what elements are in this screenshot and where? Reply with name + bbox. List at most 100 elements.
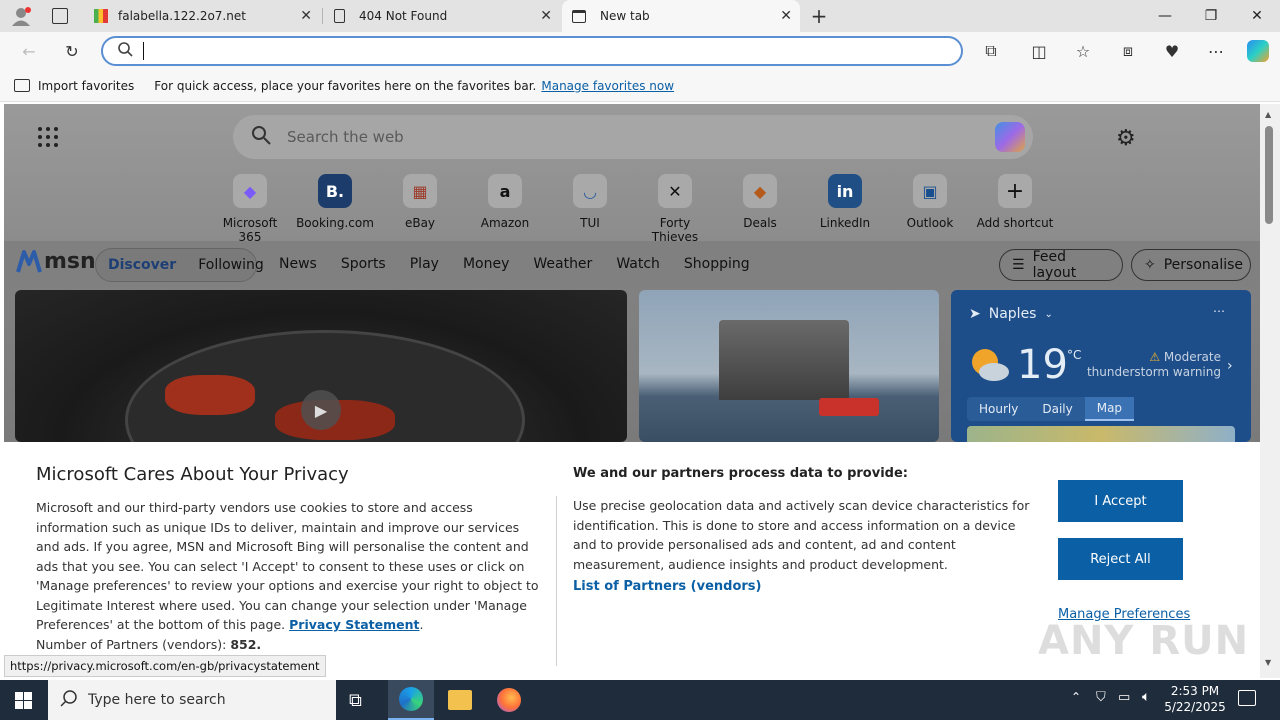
tab-falabella[interactable]: falabella.122.2o7.net ✕ (84, 0, 320, 32)
privacy-statement-link[interactable]: Privacy Statement (289, 617, 419, 632)
msn-logo[interactable]: msn (16, 248, 96, 274)
nav-weather[interactable]: Weather (533, 256, 592, 272)
favorites-icon[interactable]: ☆ (1068, 36, 1098, 66)
tab-discover[interactable]: Discover (108, 257, 176, 273)
volume-icon[interactable]: 🔈︎ (1142, 689, 1150, 705)
tab-actions-icon[interactable] (52, 8, 68, 24)
feed-layout-button[interactable]: ☰ Feed layout (999, 249, 1123, 281)
quick-link-linkedin[interactable]: in LinkedIn (805, 174, 885, 230)
defender-icon[interactable]: ⛉ (1096, 690, 1106, 705)
nav-shopping[interactable]: Shopping (684, 256, 750, 272)
firefox-icon[interactable] (497, 688, 521, 712)
scroll-thumb[interactable] (1265, 126, 1273, 224)
page-scrollbar[interactable]: ▲ ▼ (1260, 104, 1280, 678)
task-view-icon[interactable]: ⧉ (349, 690, 362, 711)
favorites-bar: Import favorites For quick access, place… (0, 70, 1280, 102)
tab-daily[interactable]: Daily (1030, 402, 1084, 416)
taskbar-search-box[interactable]: Type here to search (48, 680, 336, 720)
search-icon (117, 41, 133, 61)
profile-icon[interactable] (10, 6, 32, 26)
page-icon (334, 9, 345, 23)
address-input[interactable] (143, 42, 145, 60)
nav-news[interactable]: News (279, 256, 317, 272)
manage-favorites-link[interactable]: Manage favorites now (541, 79, 674, 93)
copilot-icon[interactable] (1243, 36, 1273, 66)
tab-404[interactable]: 404 Not Found ✕ (324, 0, 560, 32)
consent-right-column: Use precise geolocation data and activel… (573, 496, 1035, 594)
msn-butterfly-icon (16, 250, 42, 273)
more-menu-icon[interactable]: ⋯ (1201, 36, 1231, 66)
quick-link-deals[interactable]: ◆ Deals (720, 174, 800, 230)
restore-button[interactable]: ❐ (1188, 0, 1234, 32)
weather-card[interactable]: ➤ Naples ⌄ ⋯ 19 °C ⚠ Moderate thundersto… (951, 290, 1251, 442)
refresh-button[interactable]: ↻ (57, 36, 87, 66)
address-bar[interactable] (101, 36, 963, 66)
close-tab-icon[interactable]: ✕ (780, 8, 792, 24)
notifications-icon[interactable] (1238, 690, 1256, 706)
msn-nav-links: News Sports Play Money Weather Watch Sho… (279, 256, 750, 272)
file-explorer-icon[interactable] (448, 690, 472, 710)
new-tab-button[interactable]: + (808, 4, 830, 28)
quick-link-outlook[interactable]: ▣ Outlook (890, 174, 970, 230)
web-search-box[interactable]: Search the web (233, 115, 1033, 159)
consent-left-column: Microsoft and our third-party vendors us… (36, 498, 542, 654)
tab-title: falabella.122.2o7.net (118, 9, 246, 23)
tab-title: 404 Not Found (359, 9, 448, 23)
msn-feed-tabs: Discover Following (95, 248, 264, 282)
weather-location[interactable]: ➤ Naples ⌄ (969, 306, 1053, 322)
chevron-right-icon[interactable]: › (1227, 358, 1233, 374)
personalise-button[interactable]: ✧ Personalise (1131, 249, 1251, 281)
close-tab-icon[interactable]: ✕ (300, 8, 312, 24)
import-favorites-button[interactable]: Import favorites (38, 79, 134, 93)
quick-link-tui[interactable]: ◡ TUI (550, 174, 630, 230)
split-screen-icon[interactable]: ◫ (1024, 36, 1054, 66)
amazon-icon: a (488, 174, 522, 208)
tab-following[interactable]: Following (198, 257, 264, 273)
tab-map[interactable]: Map (1084, 397, 1135, 421)
consent-right-body: Use precise geolocation data and activel… (573, 498, 1030, 572)
collections-icon[interactable]: ⧈ (1113, 36, 1143, 66)
weather-alert[interactable]: ⚠ Moderate thunderstorm warning (1081, 350, 1221, 380)
list-of-partners-link[interactable]: List of Partners (vendors) (573, 579, 1035, 594)
accept-button[interactable]: I Accept (1058, 480, 1183, 522)
back-button[interactable]: ← (14, 36, 44, 66)
edge-taskbar-icon[interactable] (388, 680, 434, 720)
tray-chevron-icon[interactable]: ⌃ (1071, 690, 1081, 704)
settings-gear-icon[interactable]: ⚙ (1116, 126, 1136, 151)
temperature: 19 (1017, 342, 1068, 388)
nav-sports[interactable]: Sports (341, 256, 386, 272)
nav-play[interactable]: Play (410, 256, 439, 272)
nav-money[interactable]: Money (463, 256, 509, 272)
ship-news-card[interactable] (639, 290, 939, 442)
tab-hourly[interactable]: Hourly (967, 402, 1030, 416)
quick-link-ebay[interactable]: ▦ eBay (380, 174, 460, 230)
play-icon[interactable]: ▶ (301, 390, 341, 430)
network-icon[interactable]: ▭ (1118, 690, 1130, 705)
tab-new-tab[interactable]: New tab ✕ (562, 0, 800, 32)
scroll-up-arrow[interactable]: ▲ (1265, 110, 1271, 119)
weather-map[interactable] (967, 426, 1235, 442)
quick-link-forty-thieves[interactable]: ✕ Forty Thieves (635, 174, 715, 244)
extensions-icon[interactable]: ⧉ (976, 36, 1006, 66)
copilot-icon[interactable] (995, 122, 1025, 152)
more-options-icon[interactable]: ⋯ (1213, 304, 1225, 318)
watermark-logo: ANY RUN (1038, 618, 1250, 664)
quick-links: ◆ Microsoft 365 B. Booking.com ▦ eBay a Amaz… (210, 174, 1055, 244)
food-image (165, 375, 255, 415)
quick-link-microsoft-365[interactable]: ◆ Microsoft 365 (210, 174, 290, 244)
clock[interactable]: 2:53 PM 5/22/2025 (1164, 683, 1226, 715)
reject-all-button[interactable]: Reject All (1058, 538, 1183, 580)
temperature-unit: °C (1067, 348, 1082, 362)
minimize-button[interactable]: — (1142, 0, 1188, 32)
nav-watch[interactable]: Watch (616, 256, 660, 272)
quick-link-booking[interactable]: B. Booking.com (295, 174, 375, 230)
close-tab-icon[interactable]: ✕ (540, 8, 552, 24)
close-window-button[interactable]: ✕ (1234, 0, 1280, 32)
apps-launcher-icon[interactable] (38, 127, 58, 147)
quick-link-add-shortcut[interactable]: + Add shortcut (975, 174, 1055, 230)
performance-icon[interactable]: ♥ (1157, 36, 1187, 66)
windows-start-icon[interactable] (15, 692, 32, 709)
quick-link-amazon[interactable]: a Amazon (465, 174, 545, 230)
video-card[interactable]: ▶ (15, 290, 627, 442)
scroll-down-arrow[interactable]: ▼ (1265, 658, 1271, 667)
